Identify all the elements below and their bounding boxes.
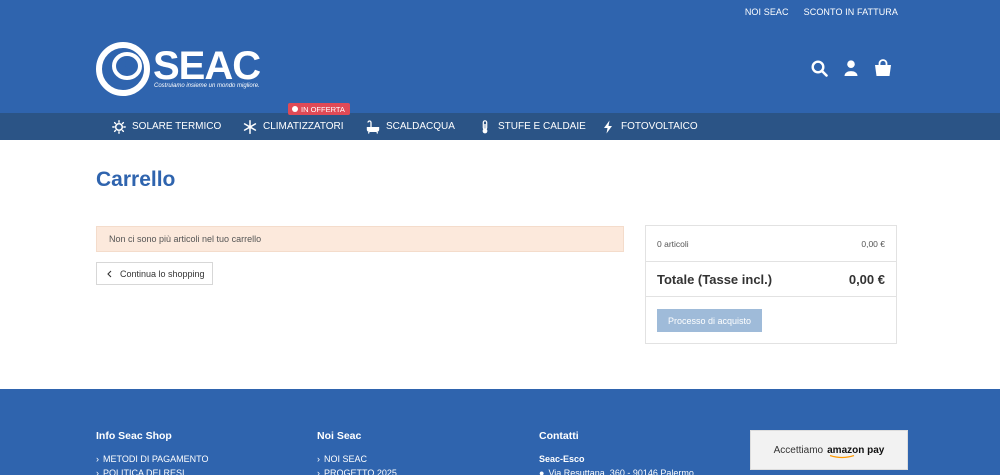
offer-badge: IN OFFERTA [288, 103, 350, 115]
total-label: Totale (Tasse incl.) [657, 271, 773, 287]
bolt-icon [604, 120, 612, 133]
nav-label: STUFE E CALDAIE [498, 121, 586, 132]
bathtub-icon [366, 119, 380, 134]
top-link-sconto-in-fattura[interactable]: SCONTO IN FATTURA [804, 7, 898, 17]
footer-link-label: PROGETTO 2025 [324, 468, 397, 475]
snowflake-icon [243, 119, 257, 134]
footer-col-title: Contatti [539, 430, 579, 442]
nav-label: CLIMATIZZATORI [263, 121, 344, 132]
footer-link-label: NOI SEAC [324, 454, 368, 464]
thermometer-icon [482, 119, 488, 133]
top-links: NOI SEAC SCONTO IN FATTURA [745, 7, 898, 17]
footer-link-noi-seac[interactable]: › NOI SEAC [317, 452, 397, 466]
footer-col-title: Noi Seac [317, 430, 362, 442]
amazon-pay-prefix: Accettiamo [773, 444, 824, 456]
nav-item-scaldacqua[interactable]: SCALDACQUA [366, 113, 455, 140]
nav-item-stufe-e-caldaie[interactable]: STUFE E CALDAIE [478, 113, 586, 140]
nav-label: SCALDACQUA [386, 121, 455, 132]
summary-items-row: 0 articoli 0,00 € [646, 226, 896, 262]
main-nav: SOLARE TERMICO CLIMATIZZATORI SCALDACQUA… [0, 113, 1000, 140]
total-value: 0,00 € [848, 271, 885, 287]
footer-link-label: POLITICA DEI RESI [103, 468, 185, 475]
nav-label: FOTOVOLTAICO [621, 121, 698, 132]
logo-tagline: Costruiamo insieme un mondo migliore. [154, 83, 260, 89]
user-icon[interactable] [842, 59, 860, 77]
footer-address-text: Via Resuttana, 360 - 90146 Palermo [548, 468, 694, 475]
offer-badge-label: IN OFFERTA [301, 104, 345, 114]
shopping-bag-icon[interactable] [874, 59, 892, 77]
amazon-smile-icon [829, 454, 855, 458]
chevron-left-icon [107, 270, 112, 277]
header-actions [810, 59, 892, 77]
search-icon[interactable] [810, 59, 828, 77]
empty-cart-notice: Non ci sono più articoli nel tuo carrell… [96, 226, 624, 252]
amazon-pay-logo: amazon pay [827, 445, 884, 458]
top-link-noi-seac[interactable]: NOI SEAC [745, 7, 789, 17]
footer-link-politica-dei-resi[interactable]: › POLITICA DEI RESI [96, 466, 209, 475]
footer-link-label: METODI DI PAGAMENTO [103, 454, 209, 464]
items-subtotal: 0,00 € [861, 238, 885, 249]
footer-company: Seac-Esco [539, 454, 585, 464]
items-count: 0 articoli [657, 238, 689, 249]
notice-text: Non ci sono più articoli nel tuo carrell… [109, 234, 262, 244]
header: NOI SEAC SCONTO IN FATTURA SEAC Costruia… [0, 0, 1000, 113]
page-title: Carrello [96, 168, 176, 191]
checkout-button[interactable]: Processo di acquisto [657, 309, 762, 332]
seac-logo[interactable]: SEAC Costruiamo insieme un mondo miglior… [96, 38, 261, 100]
map-pin-icon: ● [539, 468, 545, 475]
footer-link-progetto-2025[interactable]: › PROGETTO 2025 [317, 466, 397, 475]
sun-icon [112, 119, 126, 134]
amazon-pay-badge: Accettiamo amazon pay [750, 430, 908, 470]
nav-item-climatizzatori[interactable]: CLIMATIZZATORI [243, 113, 344, 140]
footer-col-contatti: Contatti Seac-Esco ● Via Resuttana, 360 -… [539, 430, 694, 475]
chevron-right-icon: › [317, 468, 320, 475]
badge-dot-icon [292, 106, 298, 112]
footer-col-title: Info Seac Shop [96, 430, 172, 442]
chevron-right-icon: › [96, 454, 99, 464]
nav-item-fotovoltaico[interactable]: FOTOVOLTAICO [601, 113, 698, 140]
logo-text: SEAC [153, 44, 261, 88]
summary-total-row: Totale (Tasse incl.) 0,00 € [646, 262, 896, 297]
cart-summary: 0 articoli 0,00 € Totale (Tasse incl.) 0… [645, 225, 897, 344]
chevron-right-icon: › [317, 454, 320, 464]
footer-address: ● Via Resuttana, 360 - 90146 Palermo [539, 466, 694, 475]
footer-link-metodi-di-pagamento[interactable]: › METODI DI PAGAMENTO [96, 452, 209, 466]
logo-swirl-icon [96, 42, 150, 96]
footer-col-info: Info Seac Shop › METODI DI PAGAMENTO › POL… [96, 430, 209, 475]
nav-label: SOLARE TERMICO [132, 121, 222, 132]
chevron-right-icon: › [96, 468, 99, 475]
nav-item-solare-termico[interactable]: SOLARE TERMICO [112, 113, 221, 140]
footer-col-noi-seac: Noi Seac › NOI SEAC › PROGETTO 2025 [317, 430, 397, 475]
continue-shopping-button[interactable]: Continua lo shopping [96, 262, 213, 285]
continue-shopping-label: Continua lo shopping [120, 268, 205, 279]
